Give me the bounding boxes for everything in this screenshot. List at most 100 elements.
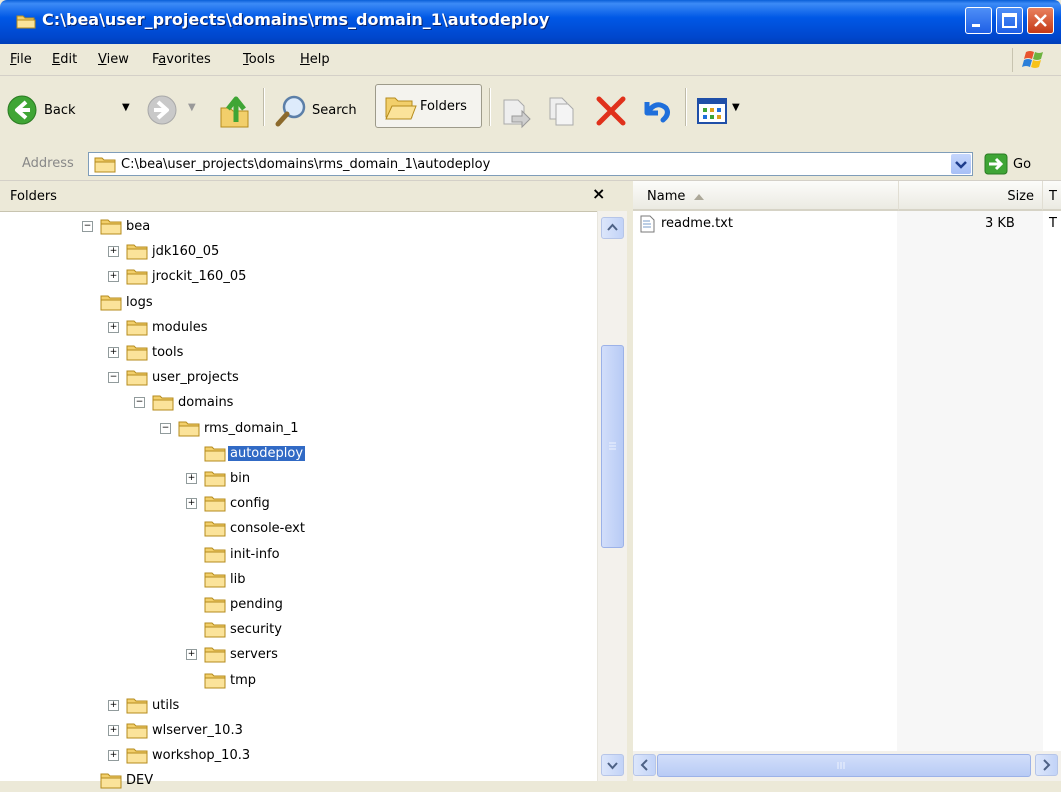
scroll-down-button[interactable] — [601, 754, 624, 776]
menu-favorites[interactable]: Favorites — [152, 52, 211, 67]
tree-item[interactable]: + config — [0, 493, 595, 515]
forward-dropdown-icon[interactable]: ▼ — [188, 102, 196, 113]
menu-edit-accel: E — [52, 52, 61, 67]
scroll-thumb[interactable] — [601, 345, 624, 548]
tree-item-label: utils — [152, 698, 180, 713]
tree-item[interactable]: + bin — [0, 468, 595, 490]
folder-icon — [100, 219, 122, 235]
expand-icon[interactable]: + — [108, 322, 119, 333]
scroll-right-button[interactable] — [1035, 754, 1058, 776]
scroll-up-button[interactable] — [601, 217, 624, 239]
back-button[interactable]: Back ▼ — [6, 94, 134, 130]
column-header-name[interactable]: Name — [633, 181, 899, 211]
tree-item[interactable]: pending — [0, 594, 595, 616]
tree-item[interactable]: tmp — [0, 670, 595, 692]
column-header-size[interactable]: Size — [899, 181, 1043, 211]
horizontal-scroll-thumb[interactable] — [657, 754, 1031, 777]
folder-icon — [126, 723, 148, 739]
menu-favorites-label: vorites — [166, 52, 211, 67]
close-icon — [1034, 14, 1047, 27]
file-name: readme.txt — [661, 216, 733, 231]
tree-item-label: jrockit_160_05 — [152, 269, 247, 284]
collapse-icon[interactable]: − — [134, 397, 145, 408]
address-bar: Address C:\bea\user_projects\domains\rms… — [0, 148, 1061, 181]
expand-icon[interactable]: + — [108, 246, 119, 257]
menu-file[interactable]: File — [10, 52, 32, 67]
tree-item[interactable]: + utils — [0, 695, 595, 717]
address-dropdown-button[interactable] — [951, 154, 971, 174]
menu-view[interactable]: View — [98, 52, 129, 67]
expand-icon[interactable]: + — [108, 750, 119, 761]
undo-icon[interactable] — [638, 94, 672, 130]
column-size-label: Size — [1007, 189, 1034, 204]
tree-item[interactable]: logs — [0, 292, 595, 314]
search-label: Search — [312, 103, 357, 118]
close-button[interactable] — [1027, 7, 1054, 34]
standard-toolbar: Back ▼ ▼ Search Folders ▼ — [0, 76, 1061, 149]
title-bar[interactable]: C:\bea\user_projects\domains\rms_domain_… — [0, 0, 1061, 44]
tree-item[interactable]: autodeploy — [0, 443, 595, 465]
horizontal-scrollbar[interactable] — [633, 751, 1061, 781]
menu-bar: File Edit View Favorites Tools Help — [0, 44, 1061, 76]
search-button[interactable]: Search — [274, 94, 366, 130]
up-folder-icon[interactable] — [218, 94, 252, 130]
tree-item[interactable]: init-info — [0, 544, 595, 566]
tree-item-label: logs — [126, 295, 153, 310]
tree-item[interactable]: + servers — [0, 644, 595, 666]
forward-button[interactable]: ▼ — [146, 94, 204, 130]
tree-item-label: bea — [126, 219, 151, 234]
address-field[interactable]: C:\bea\user_projects\domains\rms_domain_… — [88, 152, 973, 176]
tree-item[interactable]: − bea — [0, 216, 595, 238]
tree-item-label: pending — [230, 597, 283, 612]
views-icon — [697, 98, 727, 124]
collapse-icon[interactable]: − — [82, 221, 93, 232]
vertical-scrollbar[interactable] — [597, 211, 628, 781]
tree-item[interactable]: + wlserver_10.3 — [0, 720, 595, 742]
folders-button[interactable]: Folders — [375, 84, 482, 128]
menu-help-accel: H — [300, 52, 310, 67]
expand-icon[interactable]: + — [186, 473, 197, 484]
folder-icon — [100, 295, 122, 311]
tree-item-label: init-info — [230, 547, 280, 562]
tree-item[interactable]: security — [0, 619, 595, 641]
folder-icon — [94, 157, 116, 173]
folders-pane-close-button[interactable]: × — [592, 184, 605, 203]
expand-icon[interactable]: + — [186, 498, 197, 509]
expand-icon[interactable]: + — [108, 725, 119, 736]
delete-icon[interactable] — [594, 94, 628, 130]
address-label: Address — [22, 156, 74, 171]
views-button[interactable]: ▼ — [696, 94, 748, 130]
tree-item[interactable]: − rms_domain_1 — [0, 418, 595, 440]
menu-help[interactable]: Help — [300, 52, 330, 67]
tree-item[interactable]: − domains — [0, 392, 595, 414]
go-button[interactable]: Go — [982, 152, 1052, 176]
menu-edit-label: dit — [60, 52, 78, 67]
tree-item[interactable]: + jrockit_160_05 — [0, 266, 595, 288]
collapse-icon[interactable]: − — [108, 372, 119, 383]
menu-edit[interactable]: Edit — [52, 52, 77, 67]
scroll-left-button[interactable] — [633, 754, 656, 776]
expand-icon[interactable]: + — [186, 649, 197, 660]
tree-item[interactable]: + jdk160_05 — [0, 241, 595, 263]
expand-icon[interactable]: + — [108, 700, 119, 711]
copy-to-icon[interactable] — [546, 94, 580, 130]
tree-item[interactable]: + tools — [0, 342, 595, 364]
back-dropdown-icon[interactable]: ▼ — [122, 102, 130, 113]
column-header-type[interactable]: T — [1043, 181, 1061, 211]
collapse-icon[interactable]: − — [160, 423, 171, 434]
tree-item[interactable]: + workshop_10.3 — [0, 745, 595, 767]
move-to-icon[interactable] — [498, 94, 532, 130]
tree-item[interactable]: − user_projects — [0, 367, 595, 389]
expand-icon[interactable]: + — [108, 271, 119, 282]
maximize-button[interactable] — [996, 7, 1023, 34]
column-type-label: T — [1049, 189, 1057, 204]
expand-icon[interactable]: + — [108, 347, 119, 358]
tree-item[interactable]: lib — [0, 569, 595, 591]
tree-item[interactable]: DEV — [0, 770, 595, 792]
menu-tools[interactable]: Tools — [243, 52, 275, 67]
tree-item[interactable]: + modules — [0, 317, 595, 339]
tree-item[interactable]: console-ext — [0, 518, 595, 540]
folder-icon — [204, 572, 226, 588]
file-row[interactable]: readme.txt 3 KB T — [639, 215, 1059, 235]
minimize-button[interactable] — [965, 7, 992, 34]
